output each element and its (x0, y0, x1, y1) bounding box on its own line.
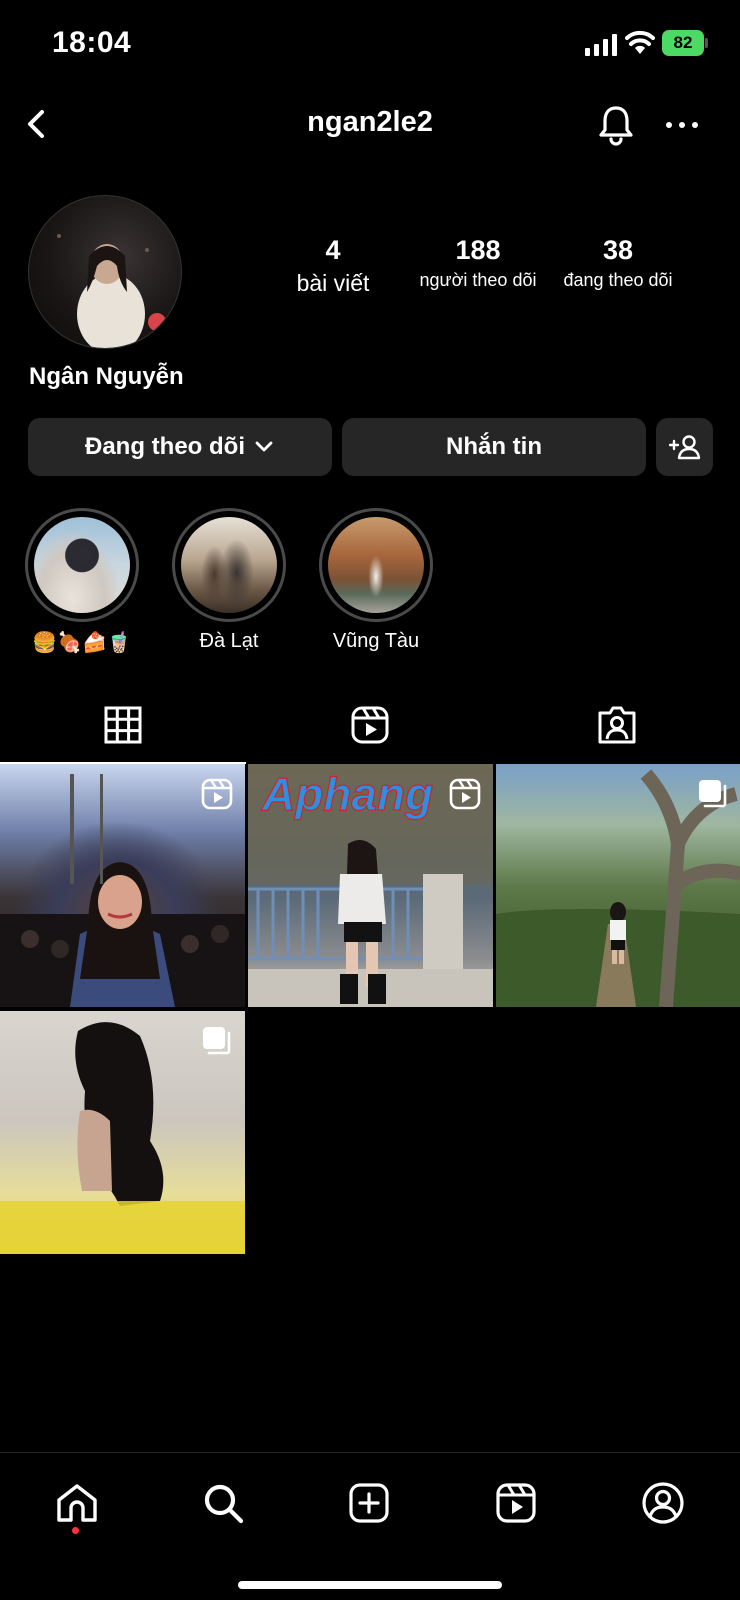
tab-reels[interactable] (247, 688, 493, 762)
reel-badge-icon (449, 778, 481, 810)
battery-icon: 82 (662, 30, 708, 56)
grid-icon (104, 706, 142, 744)
status-time: 18:04 (52, 26, 132, 59)
profile-content-tabs (0, 688, 740, 764)
carousel-badge-icon (203, 1027, 231, 1055)
add-person-icon (668, 435, 700, 460)
profile-stats: 4 bài viết 188 người theo dõi 38 đang th… (268, 235, 708, 305)
following-count-value: 38 (602, 235, 634, 265)
nav-profile[interactable] (633, 1473, 693, 1533)
bell-icon[interactable] (596, 104, 636, 146)
post-thumbnail[interactable] (0, 1011, 245, 1254)
reels-icon (351, 706, 389, 744)
following-button-label: Đang theo dõi (85, 433, 245, 460)
posts-count[interactable]: 4 bài viết (268, 235, 398, 297)
home-indicator (238, 1581, 502, 1589)
suggested-people-button[interactable] (656, 418, 713, 476)
search-icon (204, 1484, 244, 1524)
tab-tagged[interactable] (494, 688, 740, 762)
post-thumbnail[interactable] (496, 764, 740, 1007)
tagged-person-icon (598, 706, 636, 744)
reels-icon (496, 1483, 536, 1523)
highlight-label: Đà Lạt (199, 630, 259, 652)
posts-count-value: 4 (325, 235, 341, 265)
nav-reels[interactable] (486, 1473, 546, 1533)
followers-count[interactable]: 188 người theo dõi (403, 235, 553, 291)
profile-icon (642, 1482, 684, 1524)
followers-count-label: người theo dõi (419, 270, 537, 290)
avatar[interactable] (28, 195, 182, 349)
more-options-icon[interactable] (660, 108, 704, 142)
back-arrow-icon[interactable] (18, 104, 58, 144)
nav-home[interactable] (47, 1473, 107, 1533)
highlight-item[interactable]: Vũng Tàu (318, 508, 434, 653)
home-icon (57, 1484, 97, 1522)
following-button[interactable]: Đang theo dõi (28, 418, 332, 476)
message-button-label: Nhắn tin (446, 433, 542, 460)
highlight-cover (34, 517, 130, 613)
carousel-badge-icon (699, 780, 727, 808)
highlight-item[interactable]: 🍔🍖🍰🧋 (24, 508, 140, 655)
reel-badge-icon (201, 778, 233, 810)
followers-count-value: 188 (455, 235, 501, 265)
status-bar: 18:04 82 (0, 0, 740, 90)
post-overlay-text: Aphang (261, 768, 433, 820)
profile-actions: Đang theo dõi Nhắn tin (28, 418, 713, 476)
following-count[interactable]: 38 đang theo dõi (548, 235, 688, 291)
post-thumbnail[interactable] (0, 764, 245, 1007)
create-post-icon (349, 1483, 389, 1523)
nav-create[interactable] (339, 1473, 399, 1533)
story-highlights: 🍔🍖🍰🧋 Đà Lạt Vũng Tàu (0, 508, 740, 658)
battery-level: 82 (673, 33, 693, 52)
highlight-cover (328, 517, 424, 613)
bottom-navigation (0, 1452, 740, 1600)
message-button[interactable]: Nhắn tin (342, 418, 646, 476)
highlight-label: 🍔🍖🍰🧋 (32, 632, 132, 654)
home-notification-dot (72, 1527, 79, 1534)
wifi-icon (625, 30, 655, 54)
highlight-item[interactable]: Đà Lạt (171, 508, 287, 653)
nav-search[interactable] (193, 1473, 253, 1533)
highlight-cover (181, 517, 277, 613)
posts-count-label: bài viết (296, 270, 370, 296)
following-count-label: đang theo dõi (563, 270, 673, 290)
tab-posts-grid[interactable] (0, 688, 246, 764)
cellular-signal-icon (585, 34, 617, 56)
highlight-label: Vũng Tàu (332, 630, 420, 652)
post-thumbnail[interactable]: Aphang (248, 764, 493, 1007)
display-name: Ngân Nguyễn (29, 363, 184, 390)
chevron-down-icon (255, 441, 273, 452)
profile-header: ngan2le2 (0, 90, 740, 160)
